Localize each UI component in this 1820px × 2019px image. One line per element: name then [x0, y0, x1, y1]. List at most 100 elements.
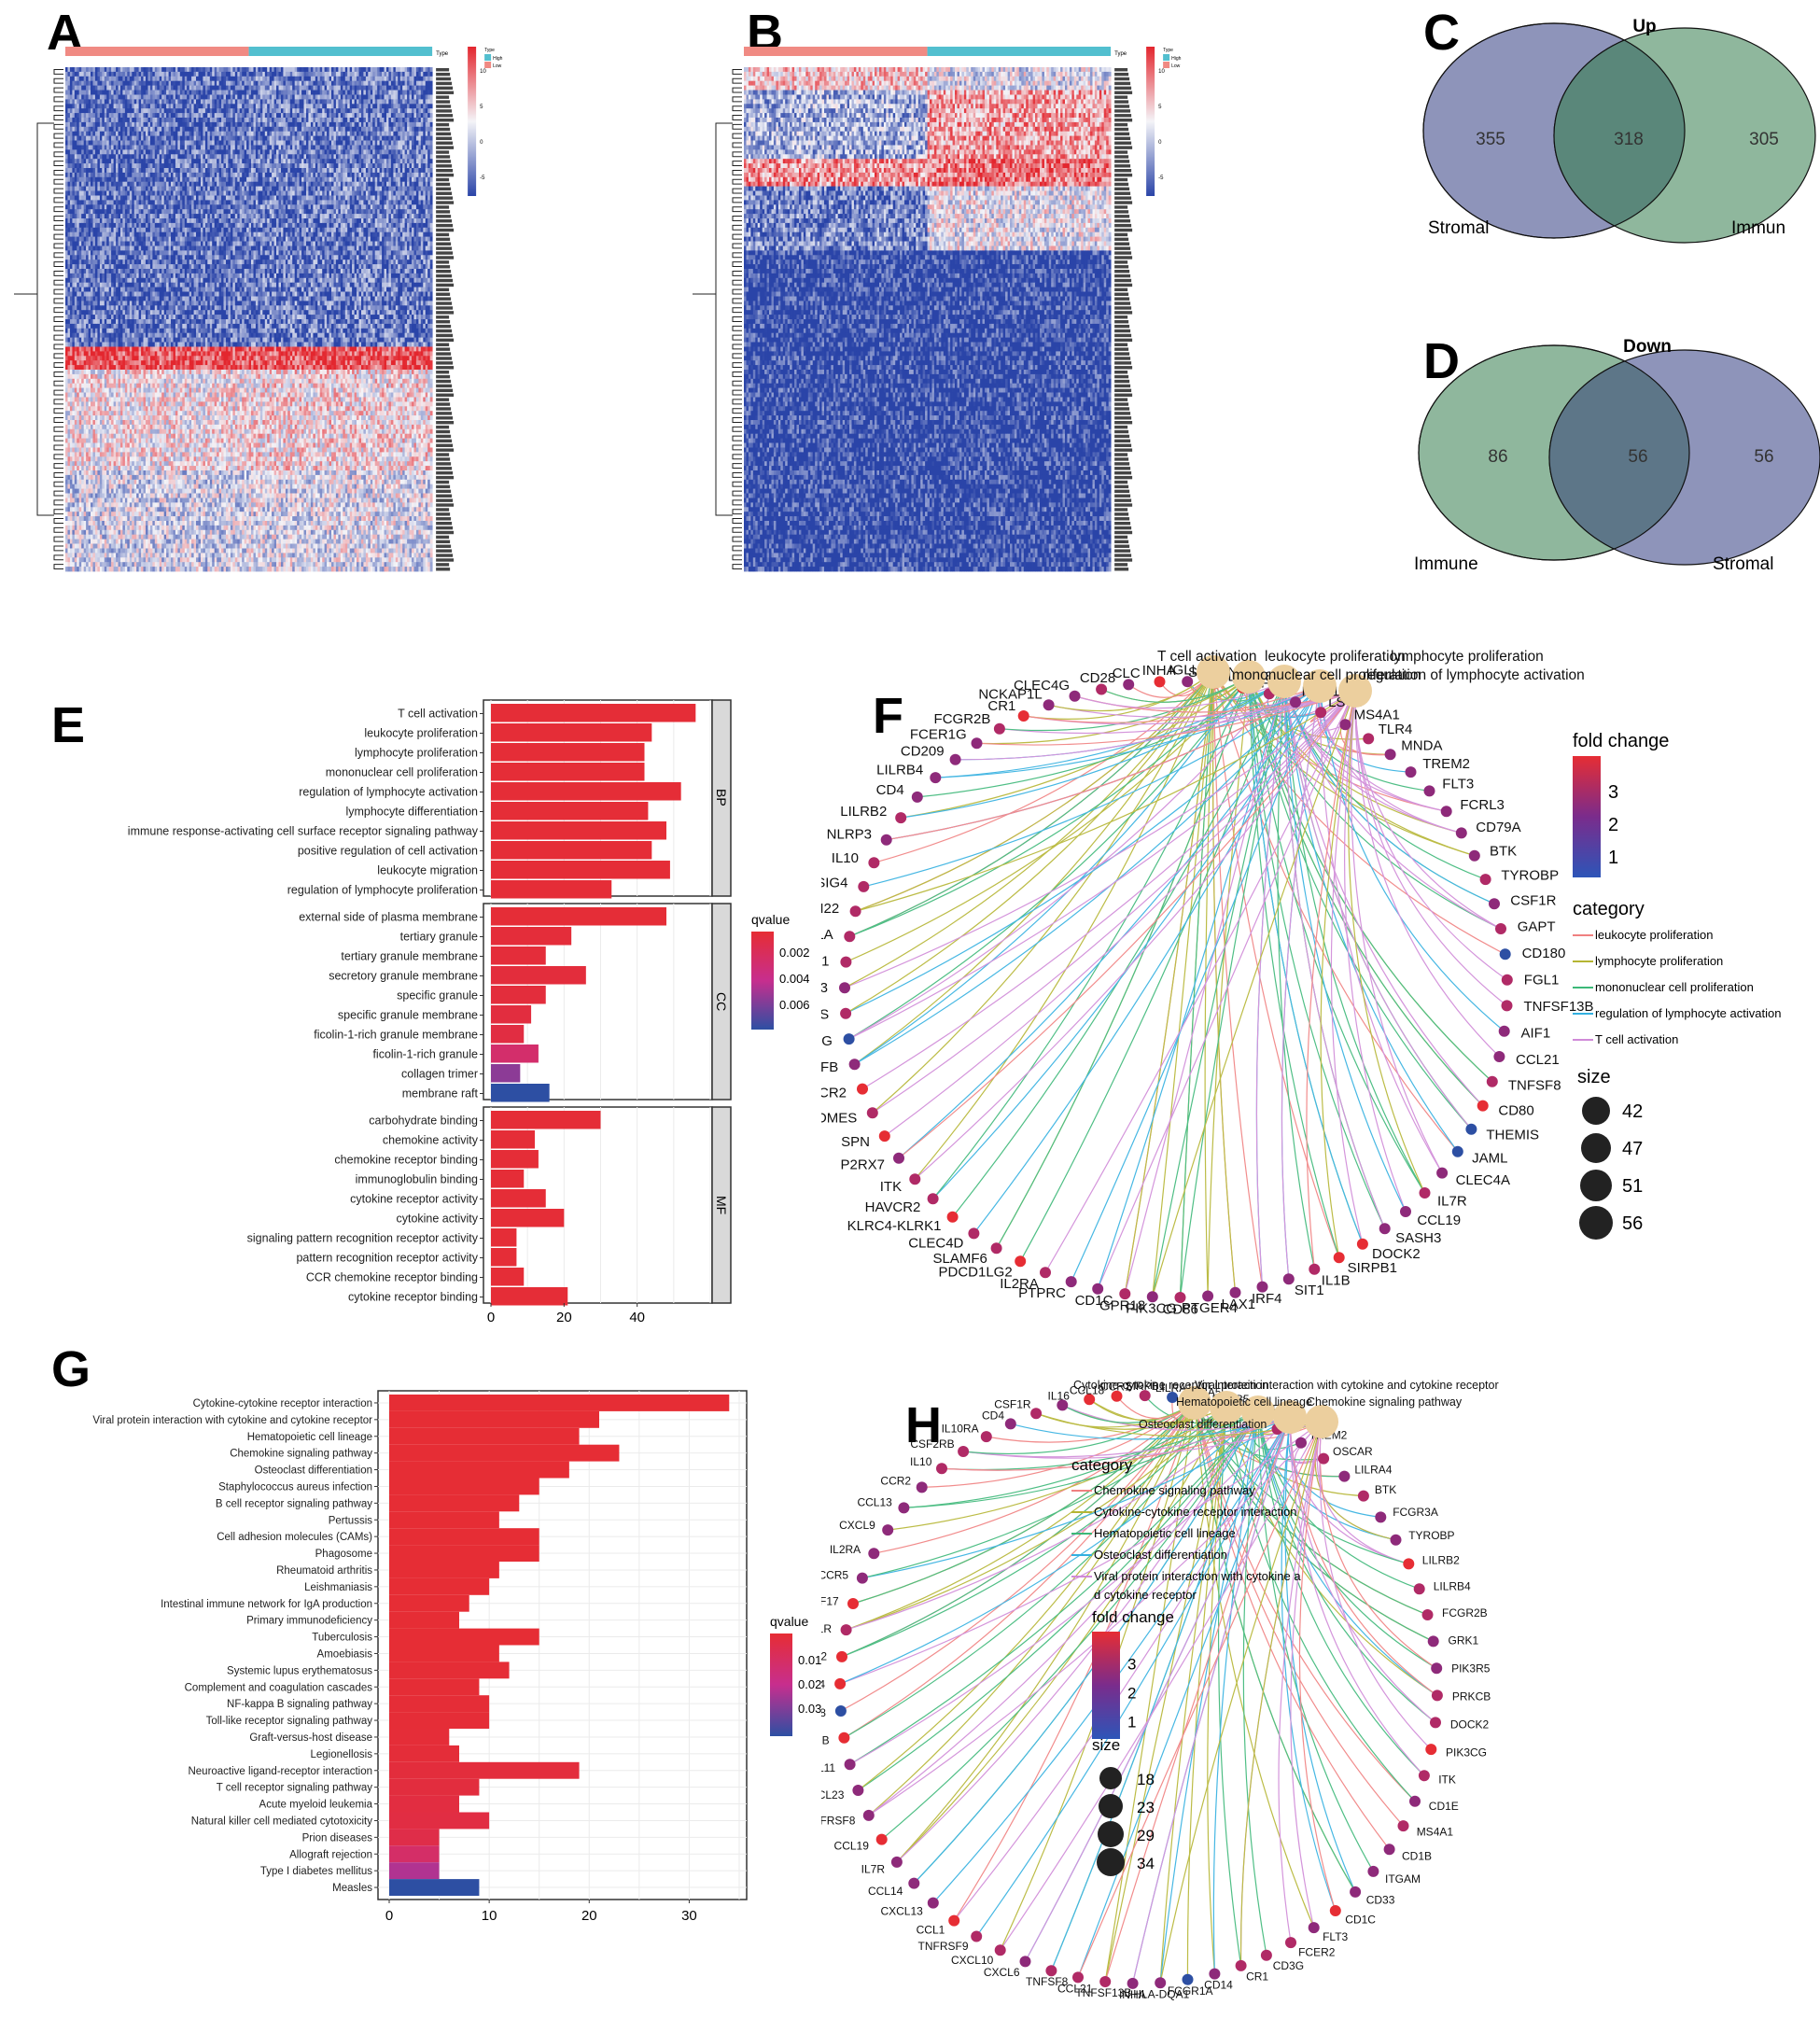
- heatmap-cell: [218, 140, 222, 146]
- heatmap-cell: [102, 131, 105, 137]
- heatmap-cell: [374, 140, 378, 146]
- heatmap-cell: [251, 85, 254, 91]
- heatmap-cell: [415, 204, 419, 210]
- heatmap-cell: [143, 140, 147, 146]
- heatmap-cell: [81, 104, 85, 109]
- heatmap-cell: [171, 149, 174, 155]
- heatmap-cell: [415, 85, 419, 91]
- heatmap-cell: [122, 104, 126, 109]
- heatmap-cell: [69, 85, 73, 91]
- heatmap-cell: [65, 99, 68, 105]
- heatmap-cell: [358, 108, 362, 114]
- heatmap-cell: [287, 85, 291, 91]
- heatmap-cell: [214, 67, 217, 73]
- heatmap-cell: [357, 168, 359, 174]
- heatmap-cell: [171, 154, 174, 160]
- heatmap-cell: [246, 104, 249, 109]
- heatmap-cell: [303, 154, 307, 160]
- heatmap-cell: [196, 200, 199, 205]
- heatmap-cell: [420, 154, 424, 160]
- heatmap-cell: [335, 149, 339, 155]
- heatmap-cell: [308, 163, 312, 169]
- heatmap-cell: [65, 163, 68, 169]
- heatmap-cell: [191, 126, 194, 133]
- heatmap-cell: [315, 121, 318, 128]
- heatmap-cell: [310, 76, 314, 82]
- heatmap-cell: [127, 67, 131, 73]
- heatmap-cell: [133, 67, 137, 73]
- heatmap-cell: [363, 154, 367, 160]
- heatmap-cell: [308, 71, 312, 77]
- heatmap-cell: [244, 104, 247, 109]
- heatmap-cell: [368, 176, 371, 183]
- heatmap-cell: [299, 121, 302, 128]
- heatmap-cell: [267, 94, 271, 100]
- heatmap-cell: [234, 71, 238, 77]
- heatmap-cell: [78, 145, 82, 150]
- heatmap-cell: [146, 85, 148, 91]
- heatmap-cell: [182, 145, 186, 150]
- heatmap-cell: [122, 195, 126, 201]
- heatmap-cell: [122, 85, 126, 91]
- heatmap-cell: [251, 190, 254, 196]
- heatmap-cell: [319, 113, 323, 119]
- heatmap-cell: [94, 159, 98, 164]
- heatmap-cell: [425, 67, 428, 73]
- heatmap-cell: [228, 135, 231, 141]
- heatmap-cell: [409, 108, 413, 114]
- heatmap-cell: [415, 76, 419, 82]
- heatmap-cell: [276, 163, 279, 169]
- heatmap-cell: [303, 163, 307, 169]
- heatmap-cell: [429, 186, 433, 191]
- heatmap-cell: [415, 90, 419, 95]
- heatmap-cell: [161, 126, 165, 133]
- heatmap-cell: [143, 67, 147, 73]
- heatmap-cell: [276, 168, 279, 174]
- heatmap-cell: [212, 76, 216, 82]
- heatmap-cell: [390, 168, 394, 174]
- heatmap-cell: [425, 126, 428, 133]
- heatmap-cell: [283, 204, 287, 210]
- heatmap-cell: [324, 186, 328, 191]
- heatmap-cell: [276, 154, 279, 160]
- heatmap-cell: [196, 99, 199, 105]
- heatmap-cell: [228, 85, 231, 91]
- heatmap-cell: [161, 94, 165, 100]
- heatmap-cell: [127, 195, 131, 201]
- heatmap-cell: [138, 186, 142, 191]
- heatmap-cell: [230, 159, 233, 164]
- heatmap-cell: [294, 80, 298, 87]
- heatmap-cell: [207, 67, 211, 73]
- heatmap-cell: [78, 94, 82, 100]
- heatmap-cell: [182, 113, 186, 119]
- heatmap-cell: [207, 108, 211, 114]
- heatmap-cell: [81, 99, 85, 105]
- heatmap-cell: [335, 85, 339, 91]
- heatmap-cell: [161, 176, 165, 183]
- heatmap-cell: [230, 71, 233, 77]
- heatmap-cell: [129, 190, 133, 196]
- heatmap-cell: [133, 80, 137, 87]
- heatmap-cell: [133, 181, 137, 188]
- heatmap-cell: [196, 126, 199, 133]
- heatmap-cell: [179, 131, 183, 137]
- heatmap-cell: [352, 176, 355, 183]
- heatmap-cell: [294, 94, 298, 100]
- heatmap-cell: [223, 168, 227, 174]
- heatmap-cell: [399, 121, 403, 128]
- heatmap-cell: [374, 135, 378, 141]
- heatmap-cell: [159, 200, 162, 205]
- heatmap-cell: [259, 200, 263, 205]
- heatmap-cell: [259, 135, 263, 141]
- heatmap-cell: [118, 195, 121, 201]
- heatmap-cell: [74, 121, 77, 128]
- heatmap-cell: [251, 121, 254, 128]
- heatmap-cell: [246, 71, 249, 77]
- heatmap-cell: [425, 181, 428, 188]
- heatmap-cell: [259, 159, 263, 164]
- heatmap-cell: [182, 67, 186, 73]
- heatmap-cell: [244, 176, 247, 183]
- heatmap-cell: [262, 145, 266, 150]
- heatmap-cell: [425, 90, 428, 95]
- heatmap-cell: [399, 126, 403, 133]
